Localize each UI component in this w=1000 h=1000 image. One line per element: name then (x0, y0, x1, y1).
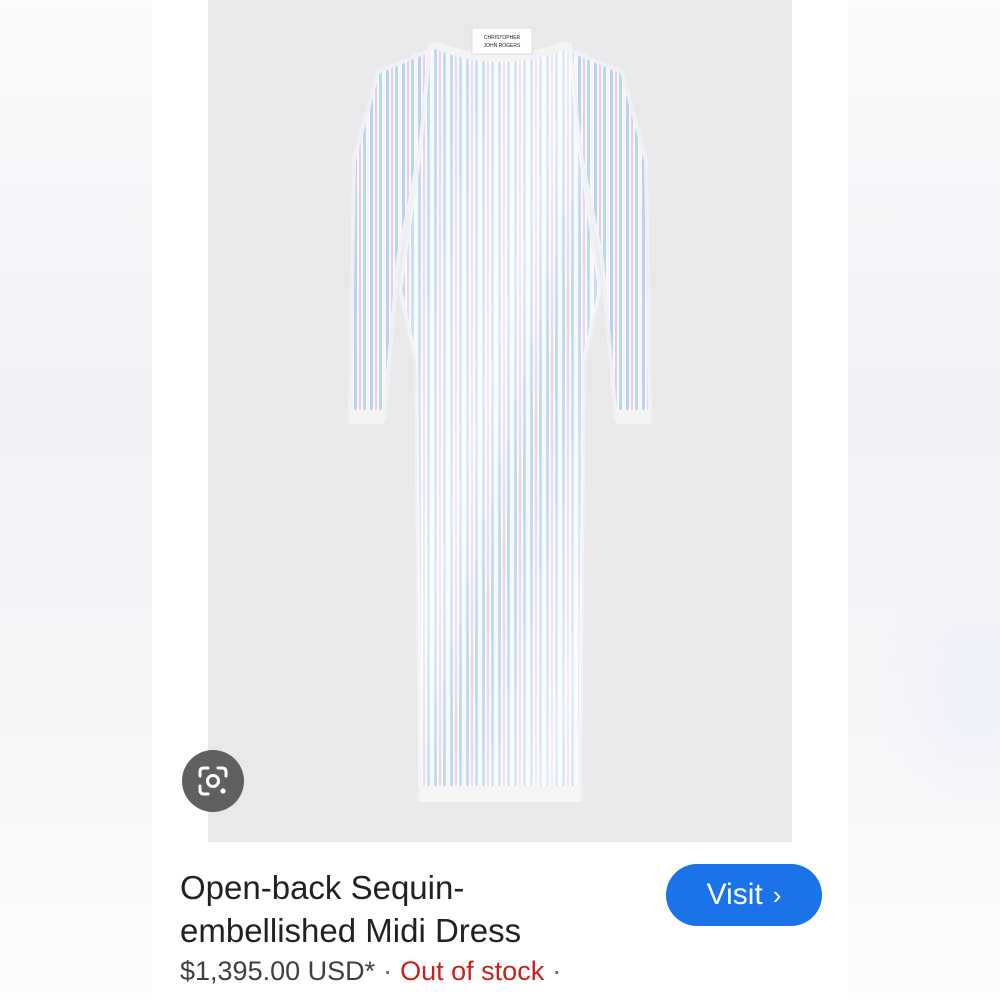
blurred-backdrop-left (0, 0, 152, 1000)
price: $1,395.00 USD* (180, 956, 376, 986)
trailing-separator-dot: · (552, 956, 562, 986)
brand-label (471, 27, 533, 55)
result-info[interactable]: Open-back Sequin- embellished Midi Dress… (152, 842, 848, 1000)
google-lens-button[interactable] (182, 750, 244, 812)
shopping-result-card[interactable]: CHRISTOPHER JOHN ROGERS Open-back Sequin… (152, 0, 848, 1000)
stock-status: Out of stock (400, 956, 545, 986)
product-image-area[interactable]: CHRISTOPHER JOHN ROGERS (152, 0, 848, 842)
product-title-line2: embellished Midi Dress (180, 912, 522, 949)
chevron-right-icon: › (772, 880, 782, 910)
brand-label-line2: JOHN ROGERS (484, 43, 521, 49)
product-image-dress[interactable]: CHRISTOPHER JOHN ROGERS (208, 0, 792, 842)
separator-dot: · (383, 956, 393, 986)
visit-label: Visit (706, 878, 763, 911)
product-title[interactable]: Open-back Sequin- embellished Midi Dress (180, 866, 620, 952)
product-title-line1: Open-back Sequin- (180, 869, 465, 906)
visit-button[interactable]: Visit › (666, 864, 822, 926)
brand-label-line1: CHRISTOPHER (484, 35, 521, 41)
price-availability-line: $1,395.00 USD* · Out of stock · (180, 956, 569, 987)
google-lens-icon (198, 766, 228, 796)
blurred-backdrop-right (848, 0, 1000, 1000)
